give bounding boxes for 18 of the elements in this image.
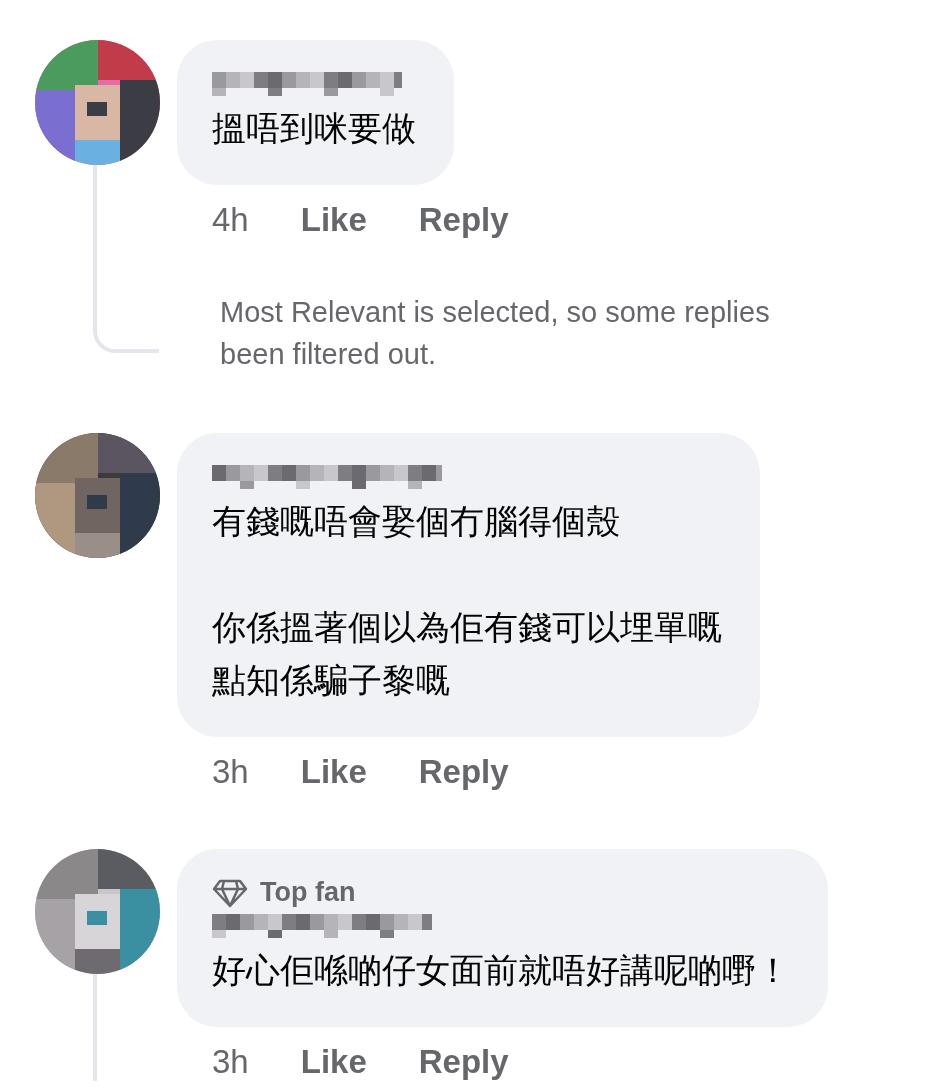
filter-notice: been filtered out.: [220, 337, 438, 372]
reply-link[interactable]: Reply: [418, 753, 509, 791]
like-link[interactable]: Like: [300, 1043, 367, 1081]
like-link[interactable]: Like: [300, 753, 367, 791]
timestamp: 3h: [212, 1043, 249, 1081]
top-fan-label: Top fan: [260, 877, 356, 908]
comment-text: 點知係騙子黎嘅: [212, 660, 451, 701]
comment-text: 搵唔到咪要做: [212, 108, 416, 149]
timestamp: 4h: [212, 201, 249, 239]
like-link[interactable]: Like: [300, 201, 367, 239]
comment-text: 你係搵著個以為佢有錢可以埋單嘅: [212, 607, 722, 648]
reply-link[interactable]: Reply: [418, 201, 509, 239]
timestamp: 3h: [212, 753, 249, 791]
diamond-icon: [212, 877, 248, 908]
reply-link[interactable]: Reply: [418, 1043, 509, 1081]
filter-notice: Most Relevant is selected, so some replies: [220, 295, 770, 330]
comment-text: 好心佢喺啲仔女面前就唔好講呢啲嘢！: [212, 950, 790, 991]
comment-text: 有錢嘅唔會娶個冇腦得個殼: [212, 501, 621, 542]
